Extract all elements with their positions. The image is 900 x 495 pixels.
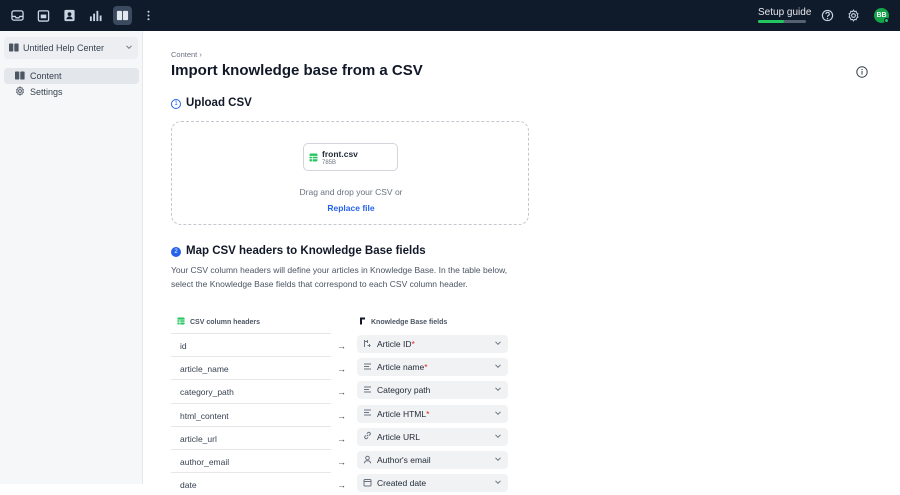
text-lines-icon: [363, 385, 372, 396]
kb-field-label: Author's email: [377, 455, 431, 465]
required-marker: *: [424, 362, 428, 373]
analytics-icon[interactable]: [86, 6, 105, 25]
kb-field-label: Article ID*: [377, 339, 415, 349]
more-vertical-icon[interactable]: [139, 6, 158, 25]
kb-field-select[interactable]: Article HTML*: [357, 404, 508, 423]
spreadsheet-icon: [177, 317, 185, 327]
chevron-down-icon: [494, 478, 502, 488]
csv-header-cell: author_email: [171, 449, 331, 472]
info-icon[interactable]: [856, 65, 868, 83]
setup-guide-link[interactable]: Setup guide: [758, 7, 811, 18]
step-1-number: 1: [171, 99, 181, 109]
step-2-description: Your CSV column headers will define your…: [171, 265, 508, 289]
spreadsheet-icon: [309, 149, 318, 167]
file-name: front.csv: [322, 149, 358, 159]
chevron-right-icon: ›: [199, 50, 202, 59]
chevron-down-icon: [494, 362, 502, 372]
csv-column-header: CSV column headers: [177, 317, 260, 327]
online-status-dot: [884, 18, 889, 23]
sidebar-item-label: Settings: [30, 87, 63, 97]
chevron-down-icon: [494, 339, 502, 349]
csv-header-cell: article_name: [171, 356, 331, 379]
knowledge-base-icon: [9, 43, 19, 54]
kb-fields-header: Knowledge Base fields: [359, 317, 447, 327]
kb-field-select[interactable]: Created date: [357, 474, 508, 493]
main-content: Content › Import knowledge base from a C…: [143, 31, 900, 493]
gear-icon[interactable]: [844, 6, 863, 25]
table-row: category_path → Category path: [171, 379, 511, 402]
help-center-name: Untitled Help Center: [23, 43, 105, 53]
front-logo-icon: [359, 317, 366, 327]
page-title: Import knowledge base from a CSV: [171, 62, 423, 79]
calendar-icon[interactable]: [34, 6, 53, 25]
table-row: article_name → Article name*: [171, 356, 511, 379]
chevron-down-icon: [494, 455, 502, 465]
required-marker: *: [426, 408, 430, 419]
kb-field-label: Category path: [377, 385, 431, 396]
replace-file-link[interactable]: Replace file: [172, 203, 530, 213]
book-icon: [15, 71, 25, 82]
help-center-select[interactable]: Untitled Help Center: [4, 37, 138, 59]
person-icon: [363, 455, 372, 466]
arrow-right-icon: →: [337, 480, 346, 491]
arrow-right-icon: →: [337, 457, 346, 467]
kb-field-select[interactable]: Article ID*: [357, 335, 508, 353]
table-row: author_email → Author's email: [171, 449, 511, 472]
step-2-number: 2: [171, 247, 181, 257]
chevron-down-icon: [494, 409, 502, 419]
contacts-icon[interactable]: [60, 6, 79, 25]
table-row: id → Article ID*: [171, 333, 511, 356]
step-1-title: Upload CSV: [186, 97, 252, 109]
sidebar: Untitled Help Center Content Settings: [0, 31, 143, 484]
arrow-right-icon: →: [337, 387, 346, 398]
arrow-right-icon: →: [337, 433, 346, 444]
id-icon: [363, 339, 372, 350]
step-2-title: Map CSV headers to Knowledge Base fields: [186, 245, 426, 257]
kb-field-label: Article URL: [377, 431, 420, 442]
chevron-down-icon: [125, 43, 133, 53]
breadcrumb[interactable]: Content ›: [171, 50, 202, 59]
inbox-icon[interactable]: [8, 6, 27, 25]
gear-icon: [15, 86, 25, 98]
top-nav-bar: Setup guide BB: [0, 0, 900, 31]
link-icon: [363, 431, 372, 442]
text-lines-icon: [363, 408, 372, 419]
csv-dropzone[interactable]: front.csv 785B Drag and drop your CSV or…: [171, 121, 529, 225]
file-size: 785B: [322, 160, 337, 166]
uploaded-file-card: front.csv 785B: [303, 143, 398, 171]
kb-field-label: Article HTML*: [377, 408, 430, 419]
csv-header-cell: id: [171, 333, 331, 356]
required-marker: *: [411, 339, 415, 349]
sidebar-item-content[interactable]: Content: [4, 68, 139, 84]
arrow-right-icon: →: [337, 364, 346, 375]
kb-field-select[interactable]: Author's email: [357, 451, 508, 469]
chevron-down-icon: [494, 385, 502, 395]
table-row: article_url → Article URL: [171, 425, 511, 449]
table-row: html_content → Article HTML*: [171, 402, 511, 426]
arrow-right-icon: →: [337, 341, 346, 351]
csv-header-cell: article_url: [171, 425, 331, 449]
knowledge-base-icon[interactable]: [113, 6, 132, 25]
csv-header-cell: html_content: [171, 402, 331, 426]
kb-field-label: Created date: [377, 478, 427, 489]
csv-header-cell: category_path: [171, 379, 331, 402]
chevron-down-icon: [494, 432, 502, 442]
breadcrumb-content[interactable]: Content: [171, 50, 197, 59]
help-icon[interactable]: [818, 6, 837, 25]
setup-progress-bar: [758, 20, 806, 23]
drop-instructions: Drag and drop your CSV or: [299, 187, 403, 197]
arrow-right-icon: →: [337, 410, 346, 421]
sidebar-item-label: Content: [30, 71, 62, 81]
kb-field-select[interactable]: Article URL: [357, 427, 508, 446]
calendar-icon: [363, 478, 372, 489]
text-lines-icon: [363, 362, 372, 373]
kb-field-select[interactable]: Category path: [357, 381, 508, 400]
kb-field-label: Article name*: [377, 362, 428, 373]
sidebar-item-settings[interactable]: Settings: [4, 84, 139, 100]
kb-field-select[interactable]: Article name*: [357, 358, 508, 377]
